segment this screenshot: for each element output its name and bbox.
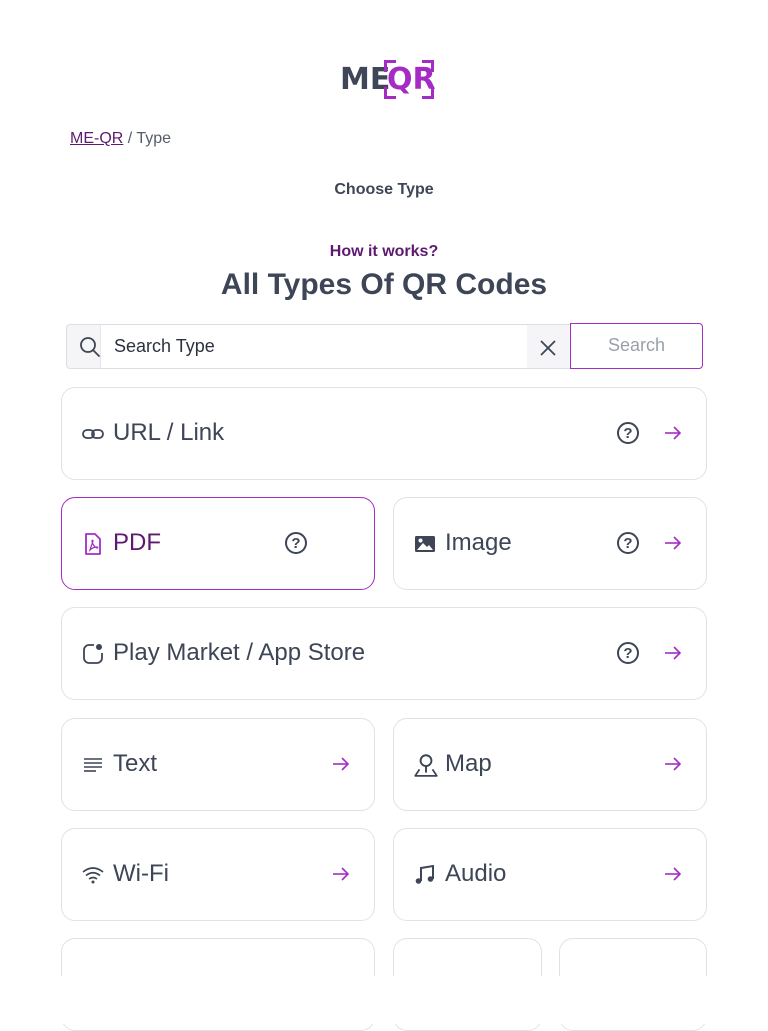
step-choose-type: Choose Type [334,181,434,198]
page-bottom-fade [0,976,768,1024]
help-icon[interactable]: ? [285,532,307,554]
text-lines-icon [84,758,102,772]
type-label-app: Play Market / App Store [113,639,366,666]
type-card-wifi[interactable]: Wi-Fi [61,828,375,921]
logo-me-text: ME [340,62,391,97]
close-icon[interactable] [539,339,557,357]
breadcrumb: ME-QR / Type [70,130,171,148]
type-card-audio[interactable]: Audio [393,828,707,921]
help-icon[interactable]: ? [617,532,639,554]
pdf-file-icon [85,533,101,555]
wifi-icon [82,867,104,884]
type-card-map[interactable]: Map [393,718,707,811]
search-bar [66,324,573,369]
arrow-right-icon [333,867,350,881]
search-button[interactable]: Search [570,323,703,369]
logo-bracket-top-right [422,60,434,72]
how-it-works-link[interactable]: How it works? [0,243,768,261]
type-label-text: Text [113,750,158,777]
help-icon[interactable]: ? [617,422,639,444]
logo-bracket-bottom-left [384,87,396,99]
type-card-pdf[interactable]: PDF ? [61,497,375,590]
arrow-right-icon [665,867,682,881]
arrow-right-icon [333,757,350,771]
arrow-right-icon [665,757,682,771]
type-card-url[interactable]: URL / Link ? [61,387,707,480]
help-icon[interactable]: ? [617,642,639,664]
logo-bracket-bottom-right [422,87,434,99]
search-input[interactable] [100,325,527,368]
type-label-pdf: PDF [113,529,161,556]
arrow-right-icon [665,646,682,660]
music-note-icon [415,864,434,884]
type-label-map: Map [445,750,492,777]
breadcrumb-separator: / [123,130,137,147]
breadcrumb-home-link[interactable]: ME-QR [70,130,123,147]
arrow-right-icon [665,536,682,550]
page-title: All Types Of QR Codes [220,268,548,301]
map-pin-icon [414,754,438,777]
type-card-text[interactable]: Text [61,718,375,811]
type-label-url: URL / Link [113,419,225,446]
type-label-wifi: Wi-Fi [113,860,169,887]
type-label-audio: Audio [445,860,507,887]
meqr-logo[interactable]: ME QR [338,58,436,102]
breadcrumb-current: Type [136,130,172,147]
type-card-image[interactable]: Image ? [393,497,707,590]
search-icon [80,337,100,357]
arrow-right-icon [665,426,682,440]
type-card-app[interactable]: Play Market / App Store ? [61,607,707,700]
logo-bracket-top-left [384,60,396,72]
image-icon [415,536,435,552]
type-label-image: Image [445,529,512,556]
app-icon [83,644,103,664]
link-icon [82,429,104,439]
